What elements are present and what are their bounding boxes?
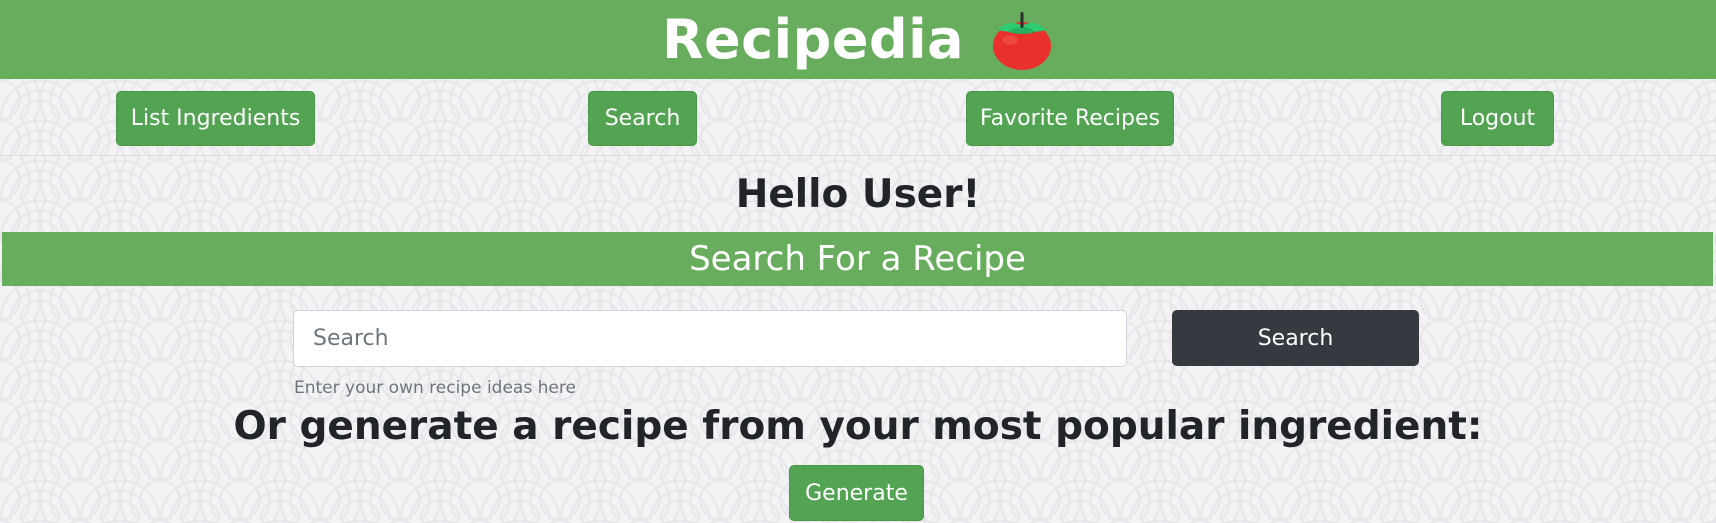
recipe-search-input[interactable]	[293, 310, 1127, 367]
search-section-heading: Search For a Recipe	[2, 232, 1713, 286]
nav-search-button[interactable]: Search	[588, 91, 697, 146]
tomato-icon	[990, 8, 1054, 72]
nav-list-ingredients-button[interactable]: List Ingredients	[116, 91, 315, 146]
generate-button[interactable]: Generate	[789, 465, 924, 521]
nav-favorite-recipes-button[interactable]: Favorite Recipes	[966, 91, 1174, 146]
app-header: Recipedia	[0, 0, 1716, 79]
app-title: Recipedia	[661, 7, 965, 71]
generate-heading: Or generate a recipe from your most popu…	[233, 404, 1483, 449]
nav-logout-button[interactable]: Logout	[1441, 91, 1554, 146]
search-submit-button[interactable]: Search	[1172, 310, 1419, 366]
greeting-heading: Hello User!	[735, 172, 981, 217]
main-nav: List Ingredients Search Favorite Recipes…	[0, 79, 1716, 156]
search-helper-text: Enter your own recipe ideas here	[294, 378, 576, 398]
